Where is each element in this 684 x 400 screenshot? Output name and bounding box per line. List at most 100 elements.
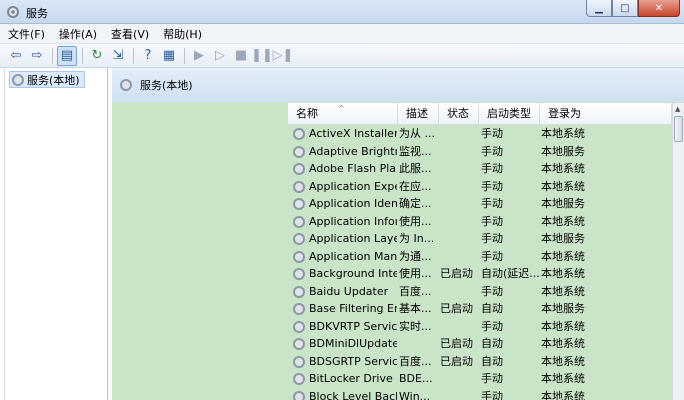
service-row[interactable]: Application Expe...在应... 手动 本地系统 (288, 178, 672, 196)
service-row[interactable]: Adobe Flash Pla... 此服... 手动 本地系统 (288, 160, 672, 178)
scroll-thumb[interactable] (674, 116, 683, 142)
column-header-description[interactable]: 描述 (398, 103, 439, 125)
sort-ascending-icon: ^ (338, 104, 345, 113)
pause-icon: ❚❚ (251, 48, 273, 63)
menu-view[interactable]: 查看(V) (111, 26, 149, 42)
export-list-icon: ⇲ (112, 48, 124, 63)
service-status (440, 388, 478, 400)
service-row[interactable]: ActiveX Installer ...为从 ... 手动 本地系统 (288, 125, 672, 143)
back-button[interactable]: ⇦ (6, 46, 26, 66)
service-status (440, 230, 478, 248)
service-row[interactable]: Baidu Updater 百度... 手动 本地系统 (288, 283, 672, 301)
forward-button[interactable]: ⇨ (27, 46, 47, 66)
service-row[interactable]: Application Infor...使用... 手动 本地系统 (288, 213, 672, 231)
service-startup-type: 手动 (481, 319, 503, 333)
tree-item-services-local[interactable]: 服务(本地) (9, 71, 85, 88)
gear-icon (293, 373, 305, 385)
service-status (440, 195, 478, 213)
service-log-on-as: 本地服务 (541, 232, 585, 245)
service-log-on-as: 本地系统 (541, 337, 585, 350)
window-controls: ▁ □ ✕ (586, 0, 680, 17)
service-description: 为从 ... (399, 127, 435, 140)
properties-button[interactable]: ▦ (159, 46, 179, 66)
service-name: Application Man... (309, 249, 397, 263)
service-row[interactable]: Base Filtering En...基本... 已启动自动 本地服务 (288, 300, 672, 318)
service-row[interactable]: Application Iden...确定... 手动 本地服务 (288, 195, 672, 213)
gear-icon (293, 250, 305, 263)
maximize-button[interactable]: □ (612, 0, 638, 17)
service-description: 确定... (399, 197, 432, 210)
service-description: 使用... (399, 214, 432, 228)
service-row[interactable]: BitLocker Drive ... BDE... 手动 本地系统 (288, 370, 672, 388)
column-header-status[interactable]: 状态 (439, 103, 479, 125)
service-row[interactable]: BDMiniDlUpdate 已启动 自动 本地系统 (288, 335, 672, 353)
title-bar[interactable]: 服务 ▁ □ ✕ (0, 0, 684, 24)
service-startup-type: 自动 (481, 354, 503, 368)
minimize-button[interactable]: ▁ (586, 0, 612, 17)
service-log-on-as: 本地服务 (541, 302, 585, 315)
close-button[interactable]: ✕ (638, 0, 680, 17)
service-description: 百度... (399, 284, 432, 298)
service-startup-type: 手动 (481, 214, 503, 228)
play-icon: ▶ (194, 48, 204, 63)
service-log-on-as: 本地系统 (541, 354, 585, 368)
maximize-icon: □ (620, 2, 630, 14)
menu-bar: 文件(F) 操作(A) 查看(V) 帮助(H) (0, 24, 684, 44)
service-description: 实时... (399, 319, 432, 333)
stop-service-button[interactable]: ■ (231, 46, 251, 66)
show-hide-console-tree-button[interactable]: ▤ (57, 45, 77, 66)
console-tree: 服务(本地) (4, 68, 108, 400)
export-list-button[interactable]: ⇲ (108, 46, 128, 66)
scroll-up-arrow-icon[interactable]: ▲ (675, 105, 680, 113)
service-description: 使用... (399, 267, 432, 280)
service-name: Application Laye... (309, 232, 397, 245)
service-row[interactable]: Application Man...为通... 手动 本地系统 (288, 248, 672, 266)
service-description: 基本... (399, 302, 432, 315)
toolbar-separator (82, 47, 83, 64)
restart-service-button[interactable]: ▷❚ (273, 46, 294, 66)
service-name: BitLocker Drive ... (309, 372, 397, 385)
service-row[interactable]: BDKVRTP Service 实时... 手动 本地系统 (288, 318, 672, 336)
service-startup-type: 手动 (481, 179, 503, 193)
service-row[interactable]: Adaptive Brightn...监视... 手动 本地服务 (288, 143, 672, 161)
pane-header: 服务(本地) (112, 68, 684, 102)
service-row[interactable]: Application Laye...为 In... 手动 本地服务 (288, 230, 672, 248)
service-startup-type: 手动 (481, 389, 503, 400)
column-header-name[interactable]: 名称 ^ (288, 103, 398, 125)
start-service-alt-button[interactable]: ▷ (210, 46, 230, 66)
vertical-scrollbar[interactable]: ▲ (672, 103, 684, 400)
service-status (440, 125, 478, 143)
gear-icon (293, 233, 305, 245)
service-row[interactable]: BDSGRTP Service 百度... 已启动 自动 本地系统 (288, 353, 672, 371)
service-startup-type: 手动 (481, 232, 503, 245)
refresh-button[interactable]: ↻ (87, 46, 107, 66)
tree-item-label: 服务(本地) (27, 73, 80, 87)
gear-icon (293, 180, 305, 193)
service-log-on-as: 本地服务 (541, 144, 585, 158)
menu-file[interactable]: 文件(F) (8, 26, 45, 42)
menu-help[interactable]: 帮助(H) (163, 26, 202, 42)
service-startup-type: 自动(延迟... (481, 267, 539, 280)
forward-arrow-icon: ⇨ (31, 48, 43, 63)
help-button[interactable]: ? (138, 46, 158, 66)
service-name: BDSGRTP Service (309, 354, 397, 368)
gear-icon (293, 390, 305, 400)
gear-icon (293, 163, 305, 175)
start-service-button[interactable]: ▶ (189, 46, 209, 66)
service-startup-type: 自动 (481, 302, 503, 315)
minimize-icon: ▁ (595, 2, 603, 14)
stop-icon: ■ (234, 48, 248, 63)
service-status (440, 318, 478, 336)
pause-service-button[interactable]: ❚❚ (251, 46, 273, 66)
service-row[interactable]: Background Inte...使用... 已启动自动(延迟...本地系统 (288, 265, 672, 283)
service-name: Block Level Back... (309, 389, 397, 400)
column-header-startup-type[interactable]: 启动类型 (479, 103, 540, 125)
gear-icon (12, 73, 24, 86)
service-name: Base Filtering En... (309, 302, 397, 315)
service-startup-type: 手动 (481, 197, 503, 210)
menu-action[interactable]: 操作(A) (59, 26, 97, 42)
service-row[interactable]: Block Level Back...Win... 手动 本地系统 (288, 388, 672, 400)
toolbar-separator (133, 47, 134, 64)
toolbar-separator (52, 47, 53, 64)
column-header-log-on-as[interactable]: 登录为 (540, 103, 672, 125)
